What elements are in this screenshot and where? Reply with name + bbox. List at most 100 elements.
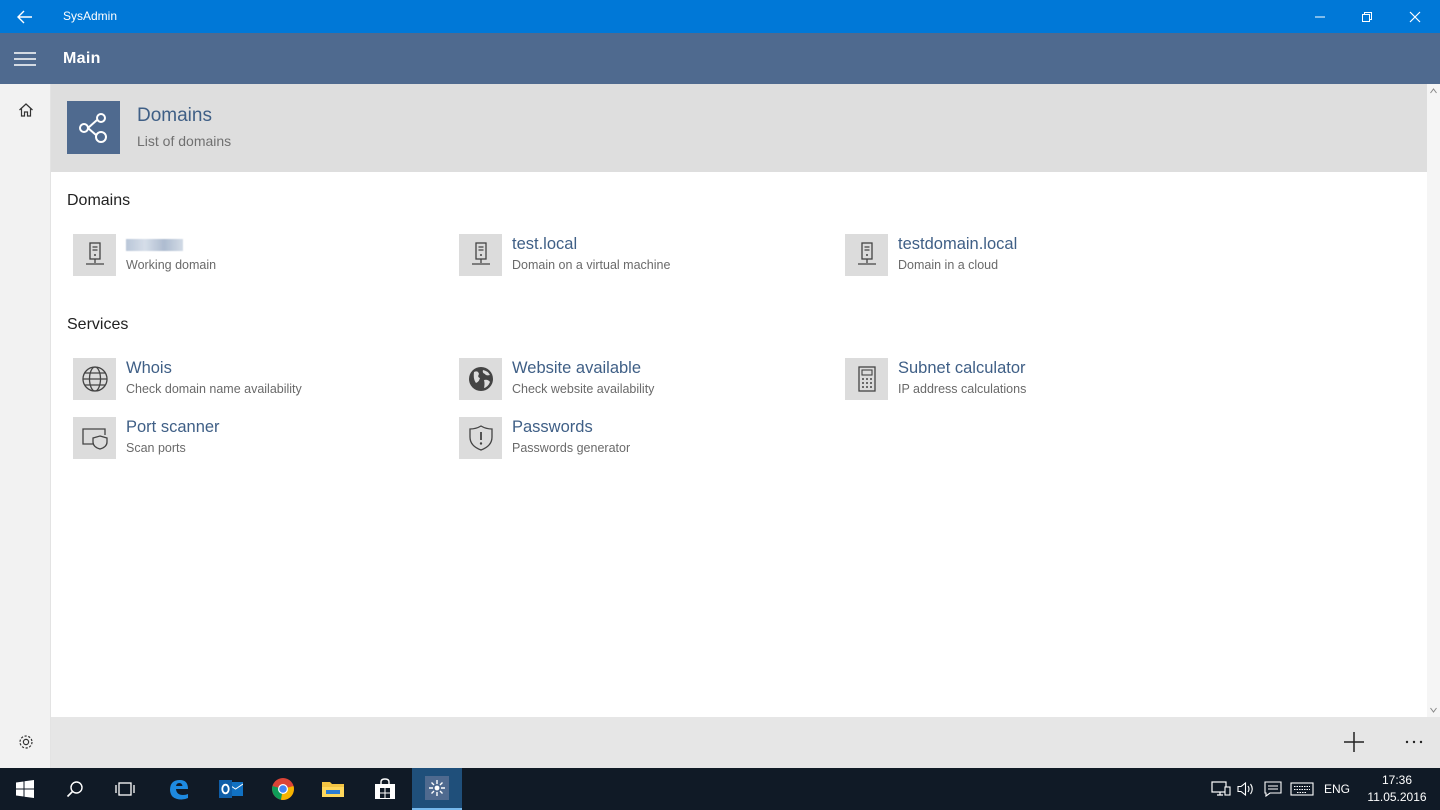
back-button[interactable] xyxy=(0,0,50,33)
gear-icon xyxy=(18,735,33,749)
minimize-button[interactable] xyxy=(1297,0,1343,33)
store-icon xyxy=(375,778,395,799)
clock-date: 11.05.2016 xyxy=(1367,790,1427,804)
input-language[interactable]: ENG xyxy=(1324,768,1350,810)
server-icon xyxy=(857,242,876,265)
scroll-up-icon[interactable] xyxy=(1430,88,1437,94)
window-title: SysAdmin xyxy=(63,9,118,23)
shield-screen-icon-box xyxy=(73,417,116,459)
domain-item-test-local[interactable]: test.local Domain on a virtual machine xyxy=(453,234,833,278)
banner-subtitle: List of domains xyxy=(137,133,232,149)
store-taskbar-button[interactable] xyxy=(360,768,410,810)
service-item-port-scanner[interactable]: Port scanner Scan ports xyxy=(67,417,447,461)
server-icon xyxy=(471,242,490,265)
title-bar: SysAdmin xyxy=(0,0,1440,33)
navigation-rail xyxy=(0,84,51,768)
plus-icon xyxy=(1344,732,1364,752)
hamburger-menu-button[interactable] xyxy=(0,33,50,84)
volume-tray-button[interactable] xyxy=(1236,778,1258,800)
chrome-icon xyxy=(272,778,294,800)
domain-subtitle: Domain on a virtual machine xyxy=(512,258,671,272)
domain-item-working[interactable]: Working domain xyxy=(67,234,447,278)
back-arrow-icon xyxy=(17,10,32,23)
main-content: Domains List of domains Domains Working … xyxy=(51,84,1427,717)
domain-subtitle: Working domain xyxy=(126,258,217,272)
minimize-icon xyxy=(1315,16,1325,17)
touch-keyboard-button[interactable] xyxy=(1288,778,1316,800)
domains-tile xyxy=(67,101,120,154)
redacted-domain-name xyxy=(126,239,183,251)
page-title: Main xyxy=(63,50,101,67)
shield-alert-icon-box xyxy=(459,417,502,459)
command-bar xyxy=(51,717,1440,768)
home-button[interactable] xyxy=(0,94,51,126)
domains-banner[interactable]: Domains List of domains xyxy=(51,84,1427,172)
restore-button[interactable] xyxy=(1344,0,1390,33)
service-title: Port scanner xyxy=(126,418,220,436)
edge-icon xyxy=(170,780,188,800)
service-title: Subnet calculator xyxy=(898,359,1026,377)
start-icon xyxy=(16,780,34,798)
world-icon xyxy=(468,367,493,391)
home-icon xyxy=(18,103,33,117)
file-explorer-taskbar-button[interactable] xyxy=(308,768,358,810)
domain-title: testdomain.local xyxy=(898,235,1018,253)
server-icon-box xyxy=(73,234,116,276)
windows-taskbar: ENG 17:36 11.05.2016 xyxy=(0,768,1440,810)
domain-item-testdomain-local[interactable]: testdomain.local Domain in a cloud xyxy=(839,234,1219,278)
server-icon-box xyxy=(845,234,888,276)
world-icon-box xyxy=(459,358,502,400)
service-item-whois[interactable]: Whois Check domain name availability xyxy=(67,358,447,402)
service-title: Website available xyxy=(512,359,642,377)
outlook-taskbar-button[interactable] xyxy=(206,768,256,810)
shield-screen-icon xyxy=(81,428,108,450)
service-subtitle: IP address calculations xyxy=(898,382,1027,396)
action-center-button[interactable] xyxy=(1262,778,1284,800)
network-icon xyxy=(1211,781,1231,796)
edge-taskbar-button[interactable] xyxy=(154,768,204,810)
service-title: Passwords xyxy=(512,418,593,436)
vertical-scrollbar[interactable] xyxy=(1427,84,1440,717)
system-clock[interactable]: 17:36 11.05.2016 xyxy=(1364,772,1430,806)
calculator-icon-box xyxy=(845,358,888,400)
search-button[interactable] xyxy=(50,768,100,810)
service-subtitle: Scan ports xyxy=(126,441,186,455)
service-title: Whois xyxy=(126,359,172,377)
scroll-down-icon[interactable] xyxy=(1430,707,1437,713)
sysadmin-taskbar-button[interactable] xyxy=(412,768,462,810)
banner-title: Domains xyxy=(137,105,212,126)
search-icon xyxy=(66,781,83,798)
server-icon-box xyxy=(459,234,502,276)
file-explorer-icon xyxy=(322,782,344,797)
server-icon xyxy=(85,242,104,265)
section-title-services: Services xyxy=(67,316,129,333)
outlook-icon xyxy=(219,780,243,798)
calculator-icon xyxy=(857,366,876,392)
task-view-button[interactable] xyxy=(100,768,150,810)
settings-button[interactable] xyxy=(0,726,51,758)
service-item-website-available[interactable]: Website available Check website availabi… xyxy=(453,358,833,402)
start-button[interactable] xyxy=(0,768,50,810)
sysadmin-app-icon xyxy=(425,776,449,800)
add-button[interactable] xyxy=(1332,725,1376,759)
close-icon xyxy=(1409,11,1421,22)
notifications-icon xyxy=(1264,781,1282,797)
volume-icon xyxy=(1237,781,1253,797)
ellipsis-icon xyxy=(1405,740,1423,744)
service-subtitle: Check domain name availability xyxy=(126,382,302,396)
service-subtitle: Check website availability xyxy=(512,382,655,396)
task-view-icon xyxy=(115,782,135,796)
more-options-button[interactable] xyxy=(1396,725,1432,759)
chrome-taskbar-button[interactable] xyxy=(258,768,308,810)
domain-subtitle: Domain in a cloud xyxy=(898,258,999,272)
service-item-subnet-calculator[interactable]: Subnet calculator IP address calculation… xyxy=(839,358,1219,402)
domain-title xyxy=(126,235,183,256)
close-button[interactable] xyxy=(1392,0,1438,33)
service-subtitle: Passwords generator xyxy=(512,441,631,455)
keyboard-icon xyxy=(1290,782,1314,796)
app-header: Main xyxy=(0,33,1440,84)
service-item-passwords[interactable]: Passwords Passwords generator xyxy=(453,417,833,461)
section-title-domains: Domains xyxy=(67,192,131,209)
network-tray-button[interactable] xyxy=(1210,778,1232,800)
clock-time: 17:36 xyxy=(1381,773,1413,787)
